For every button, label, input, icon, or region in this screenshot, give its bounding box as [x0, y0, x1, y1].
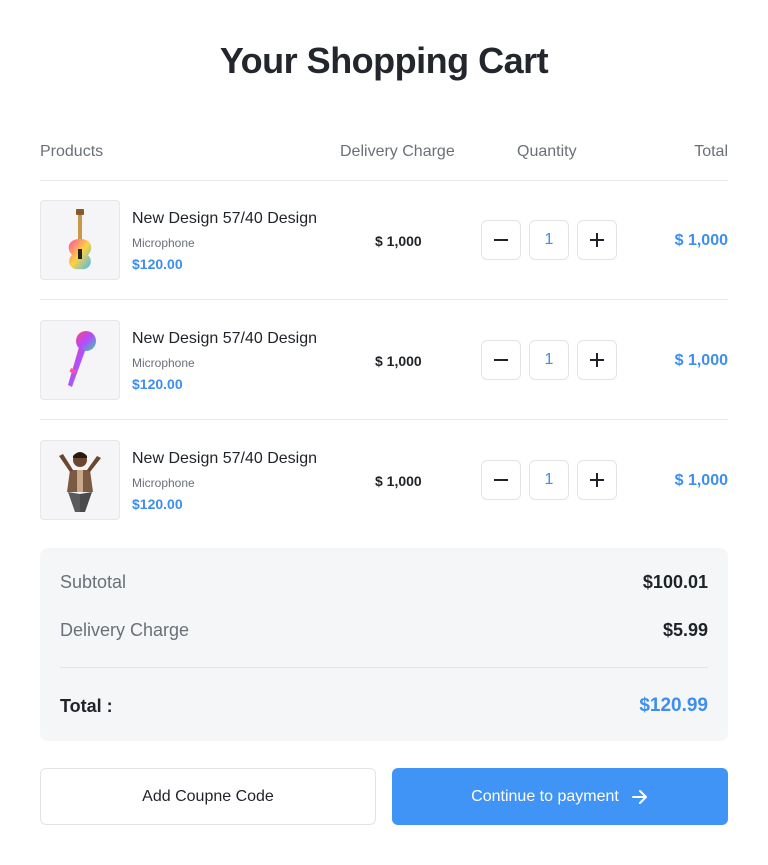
row-delivery-charge: $ 1,000	[375, 353, 422, 369]
quantity-input[interactable]: 1	[529, 220, 569, 260]
product-price: $120.00	[132, 496, 183, 512]
product-category: Microphone	[132, 236, 195, 250]
decrease-quantity-button[interactable]	[481, 460, 521, 500]
row-divider	[40, 419, 728, 420]
header-delivery-charge: Delivery Charge	[340, 143, 455, 160]
plus-icon	[590, 353, 604, 367]
guitar-image	[68, 209, 92, 270]
product-thumbnail[interactable]	[40, 320, 120, 400]
total-value: $120.99	[639, 695, 708, 716]
summary-divider	[60, 667, 708, 668]
decrease-quantity-button[interactable]	[481, 340, 521, 380]
minus-icon	[494, 239, 508, 241]
minus-icon	[494, 479, 508, 481]
continue-to-payment-button[interactable]: Continue to payment	[392, 768, 728, 825]
decrease-quantity-button[interactable]	[481, 220, 521, 260]
order-summary: Subtotal $100.01 Delivery Charge $5.99 T…	[40, 548, 728, 741]
product-name[interactable]: New Design 57/40 Design	[132, 330, 317, 348]
add-coupon-code-label: Add Coupne Code	[142, 787, 274, 805]
microphone-image	[68, 331, 96, 387]
minus-icon	[494, 359, 508, 361]
row-total: $ 1,000	[674, 352, 728, 369]
plus-icon	[590, 233, 604, 247]
table-row: New Design 57/40 Design Microphone $120.…	[40, 440, 728, 520]
plus-icon	[590, 473, 604, 487]
delivery-charge-value: $5.99	[662, 620, 708, 640]
header-total: Total	[694, 143, 728, 160]
row-total: $ 1,000	[674, 232, 728, 249]
total-label: Total :	[60, 696, 113, 716]
page-title: Your Shopping Cart	[219, 40, 549, 81]
increase-quantity-button[interactable]	[577, 220, 617, 260]
quantity-input[interactable]: 1	[529, 340, 569, 380]
table-row: New Design 57/40 Design Microphone $120.…	[40, 200, 728, 280]
arrow-right-icon	[631, 788, 649, 806]
subtotal-label: Subtotal	[60, 572, 127, 592]
subtotal-value: $100.01	[642, 572, 708, 592]
continue-to-payment-label: Continue to payment	[471, 787, 619, 805]
product-name[interactable]: New Design 57/40 Design	[132, 450, 317, 468]
row-divider	[40, 299, 728, 300]
increase-quantity-button[interactable]	[577, 460, 617, 500]
add-coupon-code-button[interactable]: Add Coupne Code	[40, 768, 376, 825]
table-header: Products Delivery Charge Quantity Total	[40, 143, 728, 163]
header-quantity: Quantity	[517, 143, 577, 160]
table-row: New Design 57/40 Design Microphone $120.…	[40, 320, 728, 400]
delivery-charge-label: Delivery Charge	[60, 620, 190, 640]
singer-image	[59, 452, 101, 512]
row-delivery-charge: $ 1,000	[375, 473, 422, 489]
product-category: Microphone	[132, 476, 195, 490]
row-delivery-charge: $ 1,000	[375, 233, 422, 249]
increase-quantity-button[interactable]	[577, 340, 617, 380]
header-divider	[40, 180, 728, 181]
product-thumbnail[interactable]	[40, 200, 120, 280]
product-name[interactable]: New Design 57/40 Design	[132, 210, 317, 228]
product-thumbnail[interactable]	[40, 440, 120, 520]
header-products: Products	[40, 143, 104, 160]
product-category: Microphone	[132, 356, 195, 370]
product-price: $120.00	[132, 256, 183, 272]
row-total: $ 1,000	[674, 472, 728, 489]
quantity-input[interactable]: 1	[529, 460, 569, 500]
product-price: $120.00	[132, 376, 183, 392]
